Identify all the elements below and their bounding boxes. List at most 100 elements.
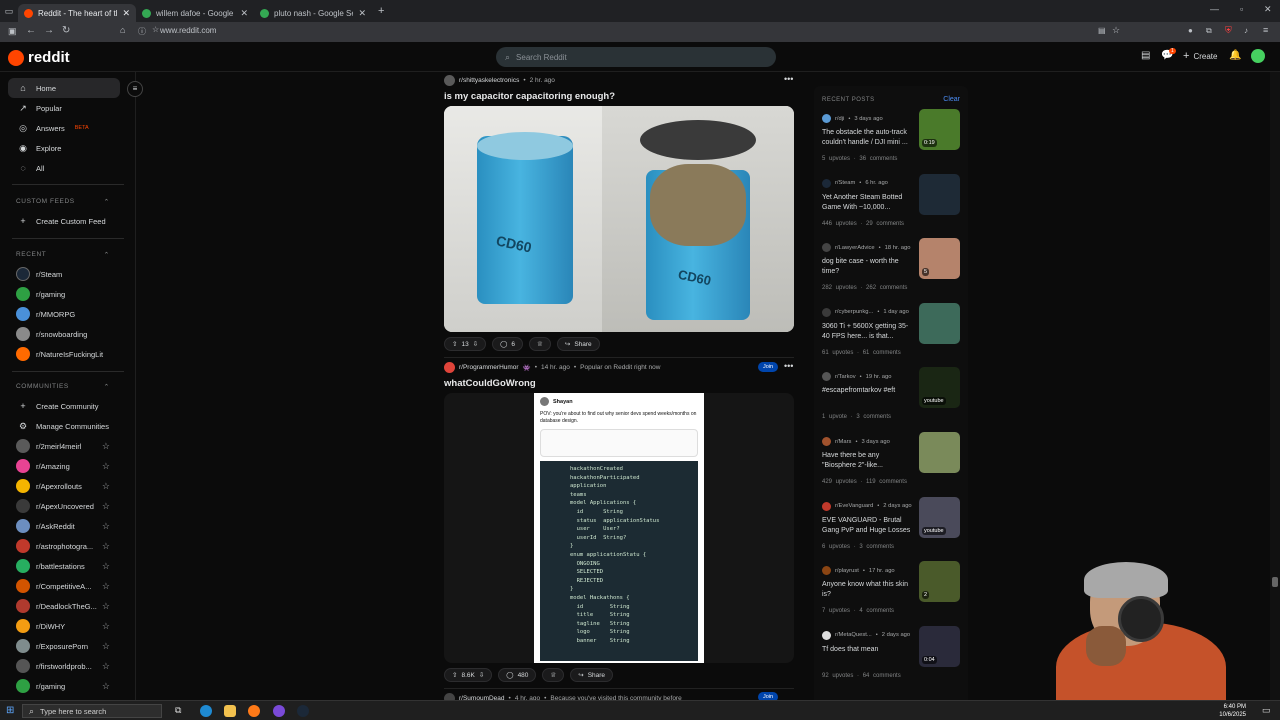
taskbar-search-input[interactable]: ⌕ Type here to search: [22, 704, 162, 718]
sidebar-item-popular[interactable]: ↗ Popular: [8, 98, 120, 118]
sidebar-item-recent[interactable]: r/NatureIsFuckingLit: [8, 344, 120, 364]
join-button[interactable]: Join: [758, 362, 778, 372]
favorite-star-icon[interactable]: ☆: [102, 521, 110, 532]
refresh-icon[interactable]: ↻: [62, 25, 70, 36]
close-tab-icon[interactable]: ✕: [122, 8, 130, 19]
recent-post-item[interactable]: r/Tarkov • 19 hr. ago #escapefromtarkov #ef…: [822, 367, 964, 436]
downvote-icon[interactable]: ⇩: [473, 340, 478, 348]
sidebar-toggle-icon[interactable]: ▣: [8, 26, 17, 37]
award-button[interactable]: ♕: [542, 668, 565, 682]
sidebar-item-recent[interactable]: r/snowboarding: [8, 324, 120, 344]
vote-control[interactable]: ⇧ 8.6K ⇩: [444, 668, 493, 682]
share-button[interactable]: ↪ Share: [570, 668, 614, 682]
manage-communities-button[interactable]: ⚙ Manage Communities: [8, 416, 120, 436]
scrollbar[interactable]: [1270, 72, 1280, 700]
post-title[interactable]: whatCouldGoWrong: [444, 378, 536, 389]
taskbar-clock[interactable]: 6:40 PM 10/6/2025: [1219, 703, 1246, 719]
profile-shield-icon[interactable]: ⛨: [1225, 25, 1232, 36]
sidebar-item-community[interactable]: r/firstworldprob... ☆: [8, 656, 120, 676]
task-view-icon[interactable]: ⧉: [175, 705, 181, 716]
favorite-star-icon[interactable]: ☆: [102, 501, 110, 512]
downvote-icon[interactable]: ⇩: [479, 671, 484, 679]
vote-control[interactable]: ⇧ 13 ⇩: [444, 337, 487, 351]
more-options-icon[interactable]: •••: [784, 361, 793, 371]
sidebar-item-community[interactable]: r/DeadlockTheG... ☆: [8, 596, 120, 616]
create-custom-feed-button[interactable]: + Create Custom Feed: [8, 211, 120, 231]
comments-button[interactable]: ◯ 6: [492, 337, 524, 351]
steam-icon[interactable]: [297, 705, 309, 717]
sidebar-item-community[interactable]: r/battlestations ☆: [8, 556, 120, 576]
recent-post-item[interactable]: r/LawyerAdvice • 18 hr. ago dog bite case -…: [822, 238, 964, 307]
favorite-star-icon[interactable]: ☆: [102, 541, 110, 552]
scrollbar-thumb[interactable]: [1272, 577, 1278, 587]
reader-view-icon[interactable]: ▤: [1098, 26, 1106, 35]
share-button[interactable]: ↪ Share: [556, 337, 600, 351]
post-title[interactable]: is my capacitor capacitoring enough?: [444, 91, 615, 102]
collections-icon[interactable]: ⧉: [1206, 26, 1212, 36]
favorite-star-icon[interactable]: ☆: [102, 561, 110, 572]
recent-post-item[interactable]: r/MetaQuest... • 2 days ago Tf does that me…: [822, 625, 964, 695]
bookmark-icon[interactable]: ☆: [1112, 25, 1120, 36]
sidebar-item-community[interactable]: r/ApexUncovered ☆: [8, 496, 120, 516]
close-tab-icon[interactable]: ✕: [240, 8, 248, 19]
minimize-window-icon[interactable]: —: [1210, 4, 1219, 14]
post-image[interactable]: Shayan POV: you're about to find out why…: [444, 393, 794, 663]
sidebar-item-recent[interactable]: r/gaming: [8, 284, 120, 304]
subreddit-link[interactable]: r/ProgrammerHumor: [459, 364, 519, 371]
extension-icon[interactable]: ●: [1188, 26, 1193, 35]
favorite-star-icon[interactable]: ☆: [102, 681, 110, 692]
browser-tab[interactable]: Reddit - The heart of the intern ✕: [18, 4, 136, 22]
search-input[interactable]: ⌕ Search Reddit: [496, 47, 776, 67]
comments-button[interactable]: ◯ 480: [498, 668, 537, 682]
more-options-icon[interactable]: •••: [784, 74, 793, 84]
audio-icon[interactable]: ♪: [1244, 26, 1248, 35]
avatar[interactable]: [1251, 49, 1265, 63]
favorite-star-icon[interactable]: ☆: [152, 25, 159, 34]
notifications-icon[interactable]: ▭: [1262, 705, 1271, 716]
favorite-star-icon[interactable]: ☆: [102, 661, 110, 672]
notification-bell-icon[interactable]: 🔔: [1229, 50, 1241, 61]
windows-start-icon[interactable]: ⊞: [6, 705, 14, 716]
browser-tab[interactable]: willem dafoe - Google Search ✕: [136, 4, 254, 22]
collapse-sidebar-icon[interactable]: ≡: [127, 81, 143, 97]
sidebar-item-community[interactable]: r/Amazing ☆: [8, 456, 120, 476]
close-window-icon[interactable]: ✕: [1264, 4, 1272, 15]
recent-post-item[interactable]: r/EveVanguard • 2 days ago EVE VANGUARD - B…: [822, 496, 964, 566]
sidebar-item-community[interactable]: r/DiWHY ☆: [8, 616, 120, 636]
sidebar-item-recent[interactable]: r/MMORPG: [8, 304, 120, 324]
custom-feeds-heading[interactable]: CUSTOM FEEDS ⌃: [16, 198, 110, 206]
close-tab-icon[interactable]: ✕: [358, 8, 366, 19]
menu-icon[interactable]: ≡: [1263, 25, 1268, 35]
sidebar-item-home[interactable]: ⌂ Home: [8, 78, 120, 98]
favorite-star-icon[interactable]: ☆: [102, 481, 110, 492]
restore-window-icon[interactable]: ▫: [1240, 4, 1243, 14]
sidebar-item-all[interactable]: ◌ All: [8, 158, 120, 178]
advertise-icon[interactable]: ▤: [1141, 50, 1150, 61]
back-icon[interactable]: ←: [26, 25, 36, 36]
browser-tab[interactable]: pluto nash - Google Search ✕: [254, 4, 372, 22]
recent-post-item[interactable]: r/cyberpunkg... • 1 day ago 3060 Ti + 5600X…: [822, 302, 964, 372]
url-field[interactable]: www.reddit.com: [160, 26, 216, 35]
recent-post-item[interactable]: r/Mars • 3 days ago Have there be any "Bios…: [822, 432, 964, 501]
edge-browser-icon[interactable]: [200, 705, 212, 717]
sidebar-item-community[interactable]: r/2meirl4meirl ☆: [8, 436, 120, 456]
favorite-star-icon[interactable]: ☆: [102, 441, 110, 452]
communities-heading[interactable]: COMMUNITIES ⌃: [16, 383, 110, 391]
subreddit-link[interactable]: r/shittyaskelectronics: [459, 77, 519, 84]
upvote-icon[interactable]: ⇧: [452, 340, 457, 348]
create-post-button[interactable]: + Create: [1183, 50, 1217, 62]
favorite-star-icon[interactable]: ☆: [102, 601, 110, 612]
forward-icon[interactable]: →: [44, 25, 54, 36]
clear-recent-button[interactable]: Clear: [943, 96, 960, 103]
sidebar-item-community[interactable]: r/AskReddit ☆: [8, 516, 120, 536]
recent-post-item[interactable]: r/Steam • 6 hr. ago Yet Another Steam Botte…: [822, 173, 964, 243]
post-image[interactable]: CD60 CD60: [444, 106, 794, 332]
site-info-icon[interactable]: ⓘ: [138, 26, 146, 37]
upvote-icon[interactable]: ⇧: [452, 671, 457, 679]
favorite-star-icon[interactable]: ☆: [102, 581, 110, 592]
sidebar-item-answers[interactable]: ◎ Answers BETA: [8, 118, 120, 138]
firefox-icon[interactable]: [248, 705, 260, 717]
sidebar-item-recent[interactable]: r/Steam: [8, 264, 120, 284]
create-community-button[interactable]: + Create Community: [8, 396, 120, 416]
reddit-logo[interactable]: reddit: [8, 49, 70, 66]
